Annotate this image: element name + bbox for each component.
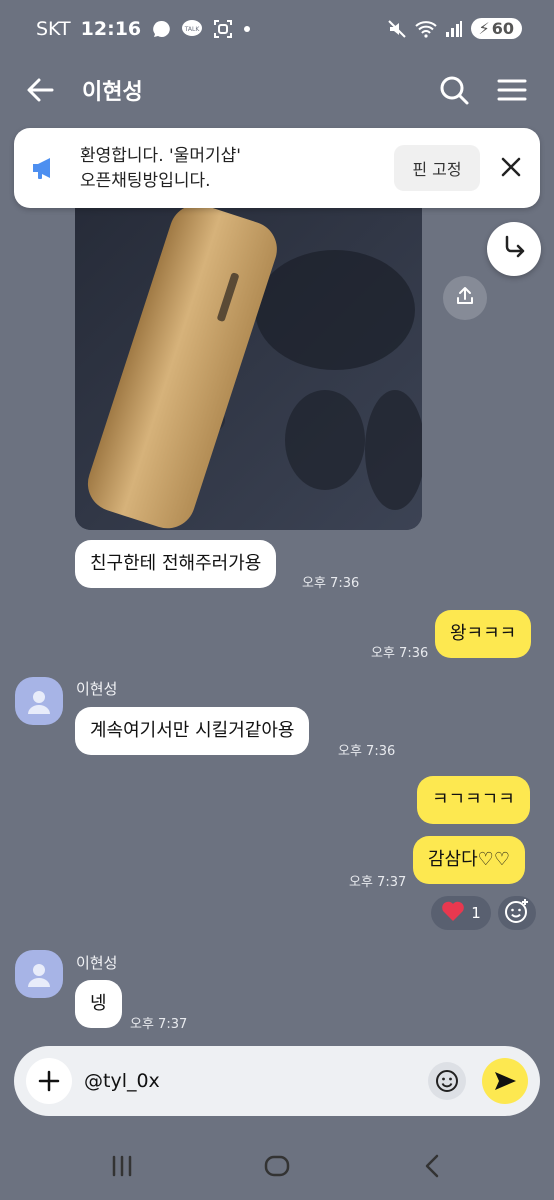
wifi-icon — [414, 20, 437, 38]
search-icon[interactable] — [436, 72, 472, 108]
arrow-down-right-icon — [501, 234, 527, 264]
plus-icon[interactable] — [26, 1058, 72, 1104]
emoji-icon[interactable] — [428, 1062, 466, 1100]
sender-name: 이현성 — [76, 680, 118, 698]
message-time: 오후 7:37 — [130, 1017, 188, 1032]
message-bubble[interactable]: 왕ㅋㅋㅋ — [435, 610, 532, 658]
svg-text:TALK: TALK — [184, 26, 201, 33]
recent-apps-icon[interactable] — [102, 1148, 142, 1184]
message-time: 오후 7:37 — [349, 875, 407, 890]
menu-icon[interactable] — [494, 72, 530, 108]
sender-name: 이현성 — [76, 954, 118, 972]
add-reaction-button[interactable] — [498, 896, 536, 930]
megaphone-icon — [30, 154, 58, 182]
message-bubble[interactable]: 계속여기서만 시킬거같아용 — [75, 707, 310, 755]
carrier-label: SKT — [36, 18, 71, 40]
battery-icon: ⚡ 60 — [470, 18, 522, 39]
pin-button[interactable]: 핀 고정 — [394, 145, 480, 191]
share-button[interactable] — [443, 276, 487, 320]
heart-icon — [441, 900, 465, 926]
avatar[interactable] — [15, 677, 63, 725]
status-bar: SKT 12:16 TALK ⚡ 60 — [0, 0, 554, 62]
reaction-count: 1 — [471, 904, 481, 922]
kakaotalk-icon: TALK — [181, 19, 203, 39]
battery-level: 60 — [491, 19, 514, 38]
notice-line-2: 오픈채팅방입니다. — [80, 171, 211, 191]
share-icon — [454, 285, 476, 311]
screenshot-icon — [213, 19, 233, 39]
add-emoji-icon — [504, 898, 530, 928]
scroll-to-bottom-button[interactable] — [487, 222, 541, 276]
clock: 12:16 — [80, 18, 142, 40]
person-icon — [28, 964, 50, 987]
message-bubble[interactable]: 넹 — [75, 980, 122, 1028]
mute-icon — [387, 19, 407, 39]
notice-text: 환영합니다. '울머기샵' 오픈채팅방입니다. — [80, 144, 241, 194]
back-arrow-icon[interactable] — [22, 72, 58, 108]
message-input-bar — [14, 1046, 540, 1116]
dot-icon — [243, 25, 251, 33]
home-icon[interactable] — [257, 1148, 297, 1184]
notice-line-1: 환영합니다. '울머기샵' — [80, 146, 241, 166]
message-bubble[interactable]: 감삼다♡♡ — [413, 836, 525, 884]
back-icon[interactable] — [412, 1148, 452, 1184]
message-time: 오후 7:36 — [338, 744, 396, 759]
message-bubble[interactable]: ㅋㄱㅋㄱㅋ — [417, 776, 530, 824]
photo-message[interactable] — [75, 190, 422, 530]
notice-banner: 환영합니다. '울머기샵' 오픈채팅방입니다. 핀 고정 — [14, 128, 540, 208]
message-input[interactable] — [84, 1064, 414, 1098]
message-time: 오후 7:36 — [371, 646, 429, 661]
signal-icon — [445, 20, 463, 38]
talk-bubble-icon — [151, 19, 171, 39]
chat-header: 이현성 — [0, 62, 554, 118]
chat-title: 이현성 — [82, 80, 143, 105]
close-icon[interactable] — [494, 150, 528, 184]
reaction-chip[interactable]: 1 — [431, 896, 491, 930]
send-icon[interactable] — [482, 1058, 528, 1104]
message-time: 오후 7:36 — [302, 576, 360, 591]
message-bubble[interactable]: 친구한테 전해주러가용 — [75, 540, 277, 588]
system-nav-bar — [0, 1130, 554, 1200]
avatar[interactable] — [15, 950, 63, 998]
person-icon — [28, 691, 50, 714]
